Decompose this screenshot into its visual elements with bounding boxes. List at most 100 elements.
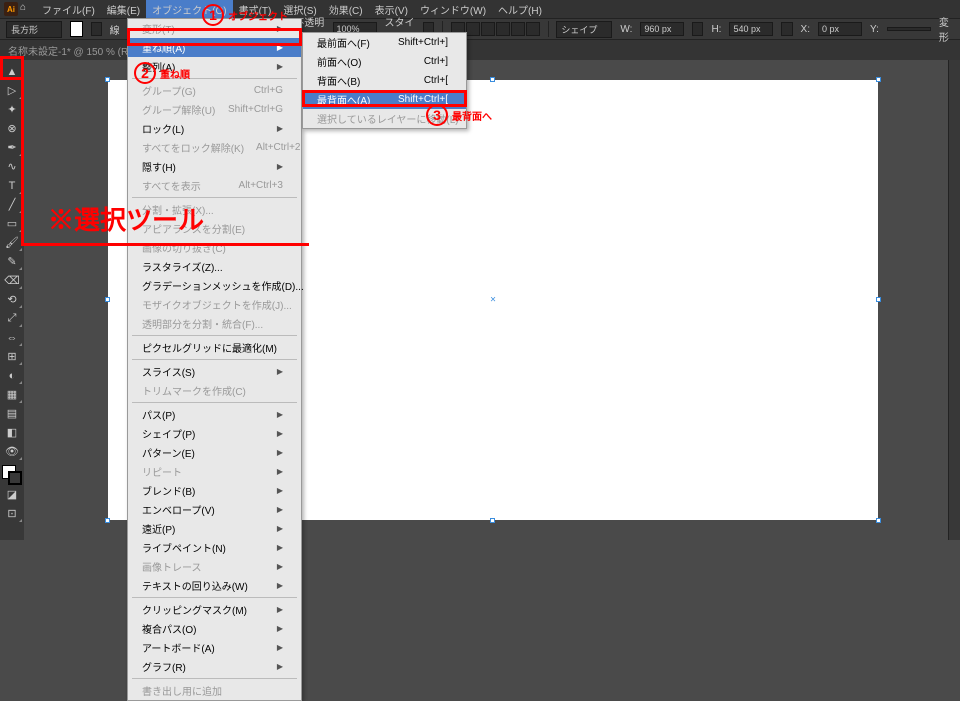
rotate-tool-icon[interactable]: ⟲ [1, 290, 23, 309]
menu-item[interactable]: ヘルプ(H) [492, 0, 548, 19]
home-icon[interactable]: ⌂ [20, 2, 34, 16]
menu-item: 書き出し用に追加 [128, 681, 301, 700]
menu-item[interactable]: エンベロープ(V)▶ [128, 500, 301, 519]
transform-label[interactable]: 変形 [939, 14, 954, 44]
menu-item[interactable]: 編集(E) [101, 0, 146, 19]
perspective-tool-icon[interactable]: ▦ [1, 385, 23, 404]
menu-bar: Ai ⌂ ファイル(F)編集(E)オブジェクト(O)書式(T)選択(S)効果(C… [0, 0, 960, 18]
arrange-submenu: 最前面へ(F)Shift+Ctrl+]前面へ(O)Ctrl+]背面へ(B)Ctr… [302, 32, 467, 129]
selection-handle[interactable] [105, 297, 110, 302]
menu-item[interactable]: パターン(E)▶ [128, 443, 301, 462]
line-tool-icon[interactable]: ╱ [1, 195, 23, 214]
menu-item[interactable]: オブジェクト(O) [146, 0, 232, 19]
menu-item[interactable]: 整列(A)▶ [128, 57, 301, 76]
fill-stroke-icon[interactable] [2, 465, 22, 485]
align-bottom-icon[interactable] [526, 22, 540, 36]
shaper-tool-icon[interactable]: ✎ [1, 252, 23, 271]
menu-item[interactable]: ウィンドウ(W) [414, 0, 492, 19]
magic-wand-tool-icon[interactable]: ✦ [1, 100, 23, 119]
menu-item[interactable]: テキストの回り込み(W)▶ [128, 576, 301, 595]
submenu-item[interactable]: 前面へ(O)Ctrl+] [303, 52, 466, 71]
pen-tool-icon[interactable]: ✒ [1, 138, 23, 157]
w-label: W: [620, 24, 632, 35]
menu-item[interactable]: 遠近(P)▶ [128, 519, 301, 538]
gradient-tool-icon[interactable]: ◧ [1, 423, 23, 442]
menu-item[interactable]: アートボード(A)▶ [128, 638, 301, 657]
eyedropper-tool-icon[interactable]: 👁 [1, 442, 23, 461]
align-top-icon[interactable] [496, 22, 510, 36]
menu-item[interactable]: 重ね順(A)▶ [128, 38, 301, 57]
y-label: Y: [870, 24, 879, 35]
mesh-tool-icon[interactable]: ▤ [1, 404, 23, 423]
selection-tool-icon[interactable]: ▲ [1, 62, 23, 81]
menu-item[interactable]: グラフ(R)▶ [128, 657, 301, 676]
menu-item[interactable]: パス(P)▶ [128, 405, 301, 424]
stroke-label: 線 [110, 22, 120, 37]
free-transform-tool-icon[interactable]: ⊞ [1, 347, 23, 366]
screen-mode-icon[interactable]: ⊡ [1, 504, 23, 523]
center-point-icon: × [490, 295, 496, 306]
menu-item[interactable]: ピクセルグリッドに最適化(M) [128, 338, 301, 357]
shape-builder-tool-icon[interactable]: ◐ [1, 366, 23, 385]
menu-item: 分割・拡張(X)... [128, 200, 301, 219]
menu-item: モザイクオブジェクトを作成(J)... [128, 295, 301, 314]
h-label: H: [711, 24, 721, 35]
menu-item[interactable]: ブレンド(B)▶ [128, 481, 301, 500]
fill-swatch[interactable] [70, 21, 83, 37]
menu-item[interactable]: 書式(T) [233, 0, 278, 19]
menu-item[interactable]: 隠す(H)▶ [128, 157, 301, 176]
menu-item: 変形(T)▶ [128, 19, 301, 38]
shape-button[interactable]: シェイプ [556, 21, 612, 38]
selection-handle[interactable] [490, 518, 495, 523]
app-logo-icon: Ai [4, 2, 18, 16]
selection-handle[interactable] [876, 518, 881, 523]
object-menu: 変形(T)▶重ね順(A)▶整列(A)▶ グループ(G)Ctrl+Gグループ解除(U… [127, 18, 302, 701]
align-center-v-icon[interactable] [511, 22, 525, 36]
submenu-item: 選択しているレイヤーに移動(L) [303, 109, 466, 128]
selection-handle[interactable] [876, 77, 881, 82]
menu-item[interactable]: クリッピングマスク(M)▶ [128, 600, 301, 619]
menu-item[interactable]: ライブペイント(N)▶ [128, 538, 301, 557]
menu-item[interactable]: ロック(L)▶ [128, 119, 301, 138]
right-panel-strip[interactable] [948, 60, 960, 540]
selection-handle[interactable] [105, 518, 110, 523]
submenu-item[interactable]: 最前面へ(F)Shift+Ctrl+] [303, 33, 466, 52]
lasso-tool-icon[interactable]: ⊗ [1, 119, 23, 138]
menu-item[interactable]: ラスタライズ(Z)... [128, 257, 301, 276]
menu-item[interactable]: スライス(S)▶ [128, 362, 301, 381]
color-mode-icon[interactable]: ◪ [1, 485, 23, 504]
align-right-icon[interactable] [481, 22, 495, 36]
curvature-tool-icon[interactable]: ∿ [1, 157, 23, 176]
height-field[interactable]: 540 px [729, 22, 773, 36]
menu-item: アピアランスを分割(E) [128, 219, 301, 238]
scale-tool-icon[interactable]: ⤢ [1, 309, 23, 328]
link-wh-icon[interactable] [692, 22, 703, 36]
y-field[interactable] [887, 27, 931, 31]
eraser-tool-icon[interactable]: ⌫ [1, 271, 23, 290]
type-tool-icon[interactable]: T [1, 176, 23, 195]
selection-handle[interactable] [105, 77, 110, 82]
corner-icon[interactable] [781, 22, 792, 36]
menu-item[interactable]: 効果(C) [323, 0, 369, 19]
menu-item[interactable]: 複合パス(O)▶ [128, 619, 301, 638]
x-field[interactable]: 0 px [818, 22, 862, 36]
paintbrush-tool-icon[interactable]: 🖌 [1, 233, 23, 252]
menu-item: 画像の切り抜き(C) [128, 238, 301, 257]
menu-item: グループ解除(U)Shift+Ctrl+G [128, 100, 301, 119]
submenu-item[interactable]: 最背面へ(A)Shift+Ctrl+[ [303, 90, 466, 109]
direct-selection-tool-icon[interactable]: ▷ [1, 81, 23, 100]
selection-handle[interactable] [490, 77, 495, 82]
menu-item: トリムマークを作成(C) [128, 381, 301, 400]
rectangle-tool-icon[interactable]: ▭ [1, 214, 23, 233]
align-center-h-icon[interactable] [466, 22, 480, 36]
menu-item: グループ(G)Ctrl+G [128, 81, 301, 100]
menu-item[interactable]: シェイプ(P)▶ [128, 424, 301, 443]
submenu-item[interactable]: 背面へ(B)Ctrl+[ [303, 71, 466, 90]
menu-item[interactable]: グラデーションメッシュを作成(D)... [128, 276, 301, 295]
shape-select[interactable]: 長方形 [6, 21, 62, 38]
menu-item[interactable]: ファイル(F) [36, 0, 101, 19]
selection-handle[interactable] [876, 297, 881, 302]
stroke-swatch[interactable] [91, 22, 102, 36]
width-tool-icon[interactable]: ⇔ [1, 328, 23, 347]
width-field[interactable]: 960 px [640, 22, 684, 36]
